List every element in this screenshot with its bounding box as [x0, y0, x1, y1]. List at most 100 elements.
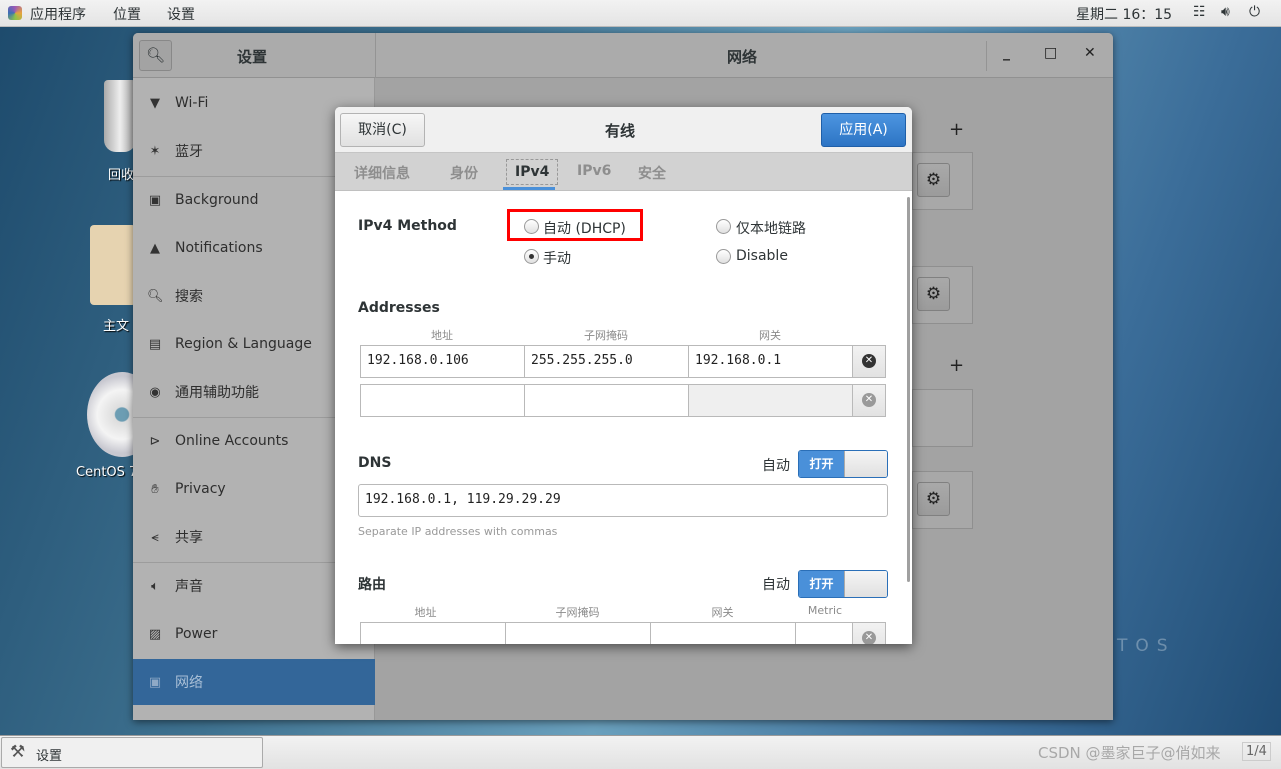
netmask-input[interactable] [524, 384, 689, 417]
close-icon: ✕ [862, 393, 876, 407]
tab-ipv4[interactable]: IPv4 [506, 159, 559, 185]
tools-icon: ⚒ [10, 742, 26, 762]
routes-title: 路由 [358, 577, 386, 593]
window-header: 🔍︎ 设置 网络 _ □ ✕ [133, 33, 1113, 78]
toggle-on-label: 打开 [799, 451, 844, 477]
delete-address-button[interactable]: ✕ [852, 384, 886, 417]
address-input[interactable] [360, 384, 525, 417]
route-gateway-input[interactable] [650, 622, 796, 644]
delete-route-button[interactable]: ✕ [852, 622, 886, 644]
search-icon: 🔍︎ [147, 288, 164, 304]
sidebar-title: 设置 [237, 48, 268, 66]
wired-dialog: 取消(C) 有线 应用(A) 详细信息 身份 IPv4 IPv6 安全 IPv4… [335, 107, 912, 644]
close-icon: ✕ [862, 631, 876, 644]
route-metric-input[interactable] [795, 622, 853, 644]
routes-auto-toggle[interactable]: 打开 [798, 570, 888, 598]
toggle-on-label: 打开 [799, 571, 844, 597]
hand-icon: ✋︎ [151, 481, 159, 497]
scrollbar[interactable] [907, 197, 910, 582]
gear-icon[interactable]: ⚙ [917, 482, 950, 516]
tab-bar: 详细信息 身份 IPv4 IPv6 安全 [335, 153, 912, 191]
desktop-icon-cdrom[interactable]: CentOS 7 [75, 370, 157, 485]
places-menu[interactable]: 位置 [113, 4, 141, 24]
background-icon: ▣ [148, 192, 162, 208]
tab-identity[interactable]: 身份 [450, 163, 478, 183]
tab-security[interactable]: 安全 [638, 163, 666, 183]
dns-auto-label: 自动 [762, 458, 790, 474]
cancel-button[interactable]: 取消(C) [340, 113, 425, 147]
desktop-icon-home[interactable]: 主文 [88, 225, 138, 335]
col-header-address: 地址 [414, 606, 437, 619]
radio-manual-label: 手动 [543, 251, 571, 267]
gateway-input[interactable] [688, 384, 853, 417]
panel-title: 网络 [727, 48, 758, 66]
accessibility-icon: ◉ [149, 384, 161, 400]
clock[interactable]: 星期二 16：15 [1076, 4, 1172, 24]
gear-icon[interactable]: ⚙ [917, 277, 950, 311]
dns-input[interactable]: 192.168.0.1, 119.29.29.29 [358, 484, 888, 517]
workspace-indicator[interactable]: 1/4 [1242, 742, 1271, 761]
trash-icon [104, 80, 136, 152]
search-button[interactable]: 🔍︎ [139, 40, 172, 71]
dns-auto-toggle[interactable]: 打开 [798, 450, 888, 478]
settings-menu[interactable]: 设置 [167, 4, 195, 24]
maximize-button[interactable]: □ [1044, 45, 1057, 61]
delete-address-button[interactable]: ✕ [852, 345, 886, 378]
home-folder-icon [90, 225, 136, 305]
tab-details[interactable]: 详细信息 [354, 163, 410, 183]
radio-disable[interactable] [716, 249, 731, 264]
volume-icon[interactable]: 🔊︎ [1221, 4, 1230, 20]
csdn-watermark: CSDN @墨家巨子@俏如来 [1038, 744, 1221, 762]
radio-dhcp[interactable] [524, 219, 539, 234]
gateway-input[interactable]: 192.168.0.1 [688, 345, 853, 378]
top-bar: 应用程序 位置 设置 星期二 16：15 ☷ 🔊︎ ⏻ [0, 0, 1281, 27]
bluetooth-icon: ✶ [149, 143, 161, 159]
search-icon: 🔍︎ [145, 46, 166, 64]
radio-dhcp-label: 自动 (DHCP) [543, 221, 626, 237]
col-header-metric: Metric [807, 604, 843, 617]
network-icon[interactable]: ☷ [1193, 4, 1206, 20]
radio-manual[interactable] [524, 249, 539, 264]
bell-icon: ▲ [150, 240, 160, 256]
home-label: 主文 [103, 319, 130, 334]
online-accounts-icon: ⊳ [149, 433, 161, 449]
connection-row: ⚙ [912, 152, 973, 210]
col-header-address: 地址 [431, 329, 453, 342]
addresses-title: Addresses [358, 300, 440, 316]
taskbar-window-label: 设置 [36, 749, 63, 764]
wallpaper-watermark: TOS [1117, 636, 1176, 656]
ipv4-method-label: IPv4 Method [358, 218, 457, 234]
radio-disable-label: Disable [736, 248, 788, 264]
apply-button[interactable]: 应用(A) [821, 113, 906, 147]
minimize-button[interactable]: _ [1003, 45, 1010, 61]
cdrom-label: CentOS 7 [76, 465, 138, 480]
address-input[interactable]: 192.168.0.106 [360, 345, 525, 378]
power-icon[interactable]: ⏻ [1249, 4, 1260, 20]
trash-label: 回收 [108, 168, 135, 183]
proxy-row: ⚙ [912, 471, 973, 529]
connection-row: ⚙ [912, 266, 973, 324]
wifi-icon: ▼ [150, 95, 160, 111]
close-icon: ✕ [862, 354, 876, 368]
dns-title: DNS [358, 455, 392, 471]
route-netmask-input[interactable] [505, 622, 651, 644]
col-header-netmask: 子网掩码 [555, 606, 600, 619]
close-button[interactable]: ✕ [1084, 45, 1096, 61]
taskbar: ⚒ 设置 CSDN @墨家巨子@俏如来 1/4 [0, 735, 1281, 769]
share-icon: ⪪ [151, 529, 159, 545]
netmask-input[interactable]: 255.255.255.0 [524, 345, 689, 378]
applications-menu[interactable]: 应用程序 [30, 4, 86, 24]
taskbar-window-settings[interactable]: ⚒ 设置 [1, 737, 263, 768]
power-icon: ▨ [148, 626, 162, 642]
route-address-input[interactable] [360, 622, 506, 644]
add-connection-button[interactable]: + [949, 119, 964, 140]
dns-hint: Separate IP addresses with commas [358, 525, 558, 538]
sidebar-item-network[interactable]: ▣ 网络 [133, 659, 375, 705]
tab-ipv6[interactable]: IPv6 [577, 163, 611, 179]
gear-icon[interactable]: ⚙ [917, 163, 950, 197]
col-header-netmask: 子网掩码 [584, 329, 628, 342]
add-vpn-button[interactable]: + [949, 355, 964, 376]
activities-logo-icon[interactable] [8, 6, 22, 20]
radio-link-local-label: 仅本地链路 [736, 221, 806, 237]
radio-link-local[interactable] [716, 219, 731, 234]
